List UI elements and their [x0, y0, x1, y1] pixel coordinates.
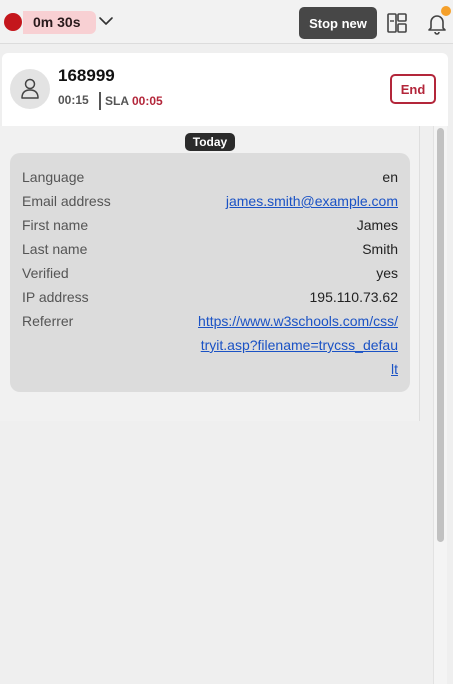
- scrollbar-thumb[interactable]: [437, 128, 444, 542]
- recording-indicator: [4, 13, 22, 31]
- info-value: en: [382, 169, 398, 185]
- info-row-verified: Verified yes: [22, 261, 398, 285]
- top-bar: 0m 30s Stop new: [0, 0, 453, 44]
- visitor-info-card: Language en Email address james.smith@ex…: [10, 153, 410, 392]
- info-key: Last name: [22, 241, 88, 257]
- info-key: Email address: [22, 193, 111, 209]
- sla-label: SLA: [105, 94, 129, 108]
- email-link[interactable]: james.smith@example.com: [226, 193, 398, 209]
- info-value: James: [356, 217, 398, 233]
- avatar: [10, 69, 50, 109]
- date-separator: Today: [185, 133, 235, 151]
- end-button[interactable]: End: [390, 74, 436, 104]
- info-value: 195.110.73.62: [309, 289, 399, 305]
- sla-timer: 00:05: [132, 94, 163, 108]
- info-value: yes: [376, 265, 398, 281]
- info-key: Language: [22, 169, 85, 185]
- stop-new-button[interactable]: Stop new: [299, 7, 377, 39]
- info-row-ip-address: IP address 195.110.73.62: [22, 285, 398, 309]
- info-row-last-name: Last name Smith: [22, 237, 398, 261]
- info-key: First name: [22, 217, 89, 233]
- conversation-id: 168999: [58, 66, 115, 85]
- info-row-email: Email address james.smith@example.com: [22, 189, 398, 213]
- session-timer[interactable]: 0m 30s: [23, 11, 96, 34]
- referrer-link[interactable]: https://www.w3schools.com/css/tryit.asp?…: [198, 309, 398, 381]
- elapsed-time: 00:15: [58, 93, 89, 107]
- info-key: Referrer: [22, 313, 74, 329]
- info-key: Verified: [22, 265, 69, 281]
- notification-badge: [441, 6, 451, 16]
- conversation-header: 168999 00:15 SLA 00:05 End: [2, 53, 448, 126]
- info-row-first-name: First name James: [22, 213, 398, 237]
- info-row-language: Language en: [22, 165, 398, 189]
- layout-icon[interactable]: [386, 12, 408, 34]
- chevron-down-icon[interactable]: [98, 13, 114, 29]
- info-value: Smith: [362, 241, 398, 257]
- info-key: IP address: [22, 289, 89, 305]
- divider: [99, 92, 101, 110]
- user-icon: [21, 78, 39, 99]
